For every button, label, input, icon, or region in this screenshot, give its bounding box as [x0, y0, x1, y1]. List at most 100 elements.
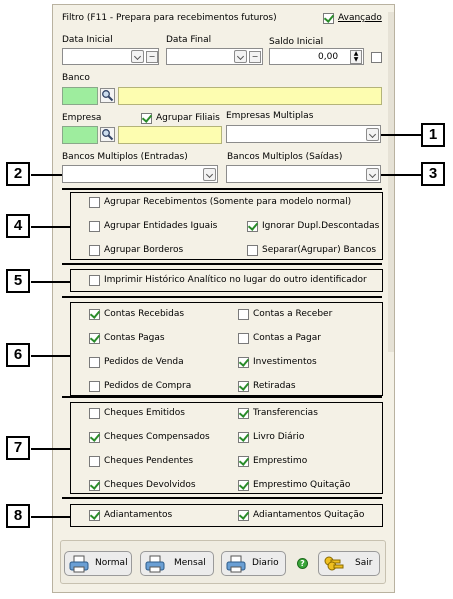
bancos-saidas-select[interactable]	[226, 165, 381, 183]
callout-3-leader	[381, 174, 422, 176]
agrupar-entidades-label: Agrupar Entidades Iguais	[104, 221, 218, 231]
printer-icon	[145, 555, 165, 573]
retiradas-checkbox[interactable]	[238, 380, 250, 392]
empresa-search-icon[interactable]	[100, 127, 115, 142]
emprestimo-quitacao-checkbox[interactable]	[238, 479, 250, 491]
callout-5: 5	[6, 269, 30, 293]
callout-4-leader	[31, 226, 70, 228]
cheques-devolvidos-checkbox[interactable]	[89, 479, 101, 491]
pedidos-compra-label: Pedidos de Compra	[104, 381, 192, 391]
data-final-clear-icon[interactable]: −	[249, 51, 261, 63]
sair-button[interactable]: Sair	[318, 551, 380, 576]
callout-3: 3	[421, 162, 445, 186]
printer-icon	[226, 555, 246, 573]
data-inicial-clear-icon[interactable]: −	[146, 51, 158, 63]
banco-search-icon[interactable]	[100, 88, 115, 103]
adiantamentos-label: Adiantamentos	[104, 510, 173, 520]
retiradas-label: Retiradas	[253, 381, 296, 391]
data-inicial-label: Data Inicial	[62, 35, 113, 45]
bancos-entradas-select[interactable]	[62, 165, 218, 183]
callout-6-leader	[31, 355, 70, 357]
separar-bancos-label: Separar(Agrupar) Bancos	[262, 245, 377, 255]
scrollbar[interactable]	[388, 12, 394, 352]
callout-5-leader	[31, 281, 70, 283]
diario-button[interactable]: Diario	[221, 551, 286, 576]
advanced-checkbox[interactable]	[323, 12, 335, 24]
adiantamentos-quitacao-checkbox[interactable]	[238, 509, 250, 521]
contas-pagas-label: Contas Pagas	[104, 333, 165, 343]
transferencias-checkbox[interactable]	[238, 407, 250, 419]
agrupar-borderos-checkbox[interactable]	[89, 245, 100, 256]
agrupar-recebimentos-checkbox[interactable]	[89, 197, 100, 208]
mensal-button[interactable]: Mensal	[140, 551, 214, 576]
agrupar-borderos-label: Agrupar Borderos	[104, 245, 184, 255]
callout-8: 8	[6, 504, 30, 528]
investimentos-label: Investimentos	[253, 357, 317, 367]
diario-button-label: Diario	[252, 558, 279, 568]
empresa-code-field[interactable]	[62, 126, 98, 144]
contas-pagas-checkbox[interactable]	[89, 332, 101, 344]
banco-code-field[interactable]	[62, 87, 98, 105]
livro-diario-checkbox[interactable]	[238, 431, 250, 443]
empresa-label: Empresa	[62, 113, 102, 123]
emprestimo-quitacao-label: Emprestimo Quitação	[253, 480, 351, 490]
normal-button-label: Normal	[95, 558, 128, 568]
callout-4: 4	[6, 214, 30, 238]
bancos-entradas-dropdown-icon[interactable]	[203, 168, 216, 181]
empresas-multiplas-select[interactable]	[226, 125, 381, 143]
adiantamentos-quitacao-label: Adiantamentos Quitação	[253, 510, 365, 520]
cheques-pendentes-checkbox[interactable]	[89, 456, 100, 467]
help-icon[interactable]: ?	[297, 558, 308, 569]
agrupar-entidades-checkbox[interactable]	[89, 221, 100, 232]
printer-icon	[69, 555, 89, 573]
investimentos-checkbox[interactable]	[238, 356, 250, 368]
normal-button[interactable]: Normal	[64, 551, 132, 576]
pedidos-venda-checkbox[interactable]	[89, 357, 100, 368]
data-final-dropdown-icon[interactable]	[234, 50, 247, 63]
separator	[62, 497, 382, 499]
emprestimo-checkbox[interactable]	[238, 455, 250, 467]
sair-button-label: Sair	[355, 558, 373, 568]
banco-label: Banco	[62, 73, 90, 83]
contas-recebidas-label: Contas Recebidas	[104, 309, 185, 319]
agrupar-filiais-checkbox[interactable]	[141, 112, 153, 124]
contas-pagar-checkbox[interactable]	[238, 333, 249, 344]
separator	[62, 263, 382, 265]
data-inicial-dropdown-icon[interactable]	[131, 50, 144, 63]
cheques-emitidos-label: Cheques Emitidos	[104, 408, 185, 418]
data-inicial-field[interactable]	[62, 48, 159, 65]
cheques-devolvidos-label: Cheques Devolvidos	[104, 480, 196, 490]
contas-receber-label: Contas a Receber	[253, 309, 333, 319]
ignorar-dupl-checkbox[interactable]	[247, 220, 259, 232]
saldo-inicial-value: 0,00	[318, 52, 339, 62]
callout-2-leader	[31, 174, 62, 176]
adiantamentos-checkbox[interactable]	[89, 509, 101, 521]
filter-title: Filtro (F11 - Prepara para recebimentos …	[62, 13, 277, 23]
cheques-emitidos-checkbox[interactable]	[89, 408, 100, 419]
contas-recebidas-checkbox[interactable]	[89, 308, 101, 320]
saldo-spinner[interactable]: ▲ ▼	[350, 50, 362, 64]
callout-7-leader	[31, 448, 70, 450]
saldo-inicial-label: Saldo Inicial	[269, 37, 324, 47]
callout-2: 2	[6, 162, 30, 186]
keys-icon	[324, 556, 344, 571]
empresa-name-field[interactable]	[118, 126, 222, 144]
contas-receber-checkbox[interactable]	[238, 309, 249, 320]
imprimir-historico-checkbox[interactable]	[89, 275, 100, 286]
bancos-entradas-label: Bancos Multiplos (Entradas)	[62, 152, 188, 162]
agrupar-recebimentos-label: Agrupar Recebimentos (Somente para model…	[104, 197, 352, 207]
callout-1-leader	[381, 134, 422, 136]
bancos-saidas-dropdown-icon[interactable]	[366, 168, 379, 181]
callout-6: 6	[6, 343, 30, 367]
separar-bancos-checkbox[interactable]	[247, 245, 258, 256]
empresas-multiplas-dropdown-icon[interactable]	[366, 128, 379, 141]
separator	[62, 188, 382, 190]
agrupar-filiais-label: Agrupar Filiais	[156, 113, 220, 123]
banco-name-field[interactable]	[118, 87, 382, 105]
ignorar-dupl-label: Ignorar Dupl.Descontadas	[262, 221, 380, 231]
pedidos-compra-checkbox[interactable]	[89, 381, 100, 392]
advanced-label: Avançado	[338, 13, 382, 23]
saldo-checkbox[interactable]	[371, 52, 382, 63]
contas-pagar-label: Contas a Pagar	[253, 333, 321, 343]
cheques-compensados-checkbox[interactable]	[89, 431, 101, 443]
